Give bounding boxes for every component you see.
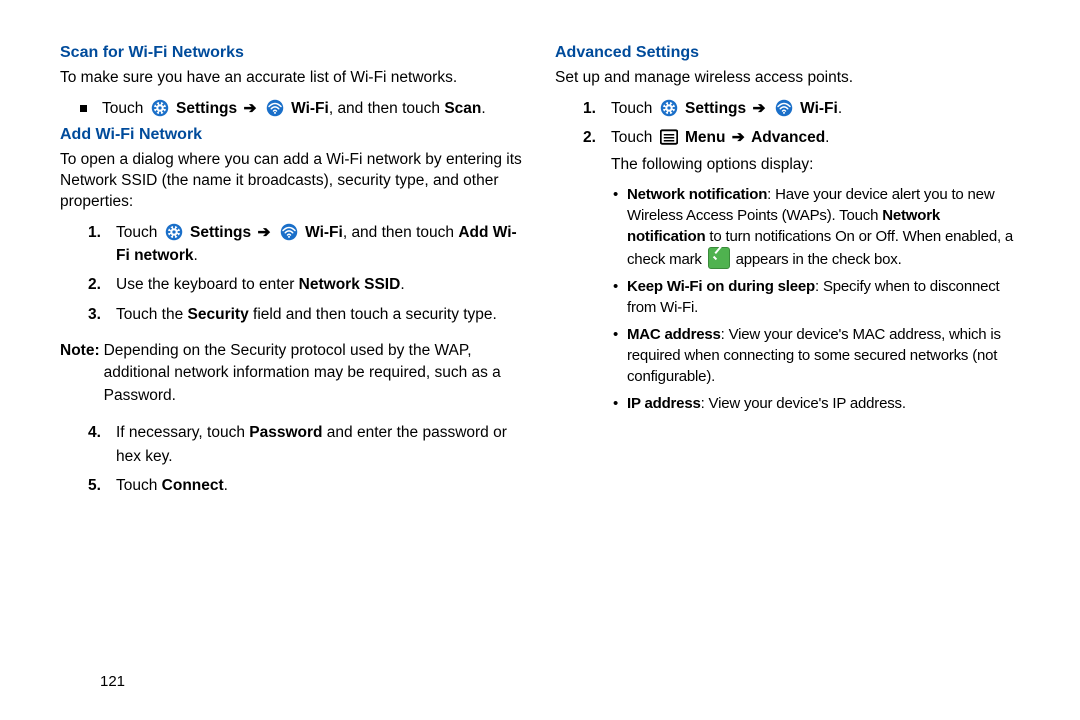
heading-add-wifi: Add Wi-Fi Network — [60, 126, 525, 144]
step-number: 3. — [88, 303, 116, 326]
note-label: Note: — [60, 340, 100, 407]
note-text: Depending on the Security protocol used … — [104, 340, 525, 407]
scan-desc: To make sure you have an accurate list o… — [60, 68, 525, 89]
step-number: 2. — [583, 126, 611, 149]
option-text: MAC address: View your device's MAC addr… — [627, 324, 1020, 387]
settings-icon — [165, 223, 183, 241]
option-keep-wifi-sleep: • Keep Wi-Fi on during sleep: Specify wh… — [613, 276, 1020, 318]
arrow-icon: ➔ — [732, 129, 745, 146]
bullet-dot: • — [613, 184, 627, 270]
option-network-notification: • Network notification: Have your device… — [613, 184, 1020, 270]
heading-scan-wifi: Scan for Wi-Fi Networks — [60, 44, 525, 62]
wifi-icon — [266, 99, 284, 117]
step-number: 1. — [88, 221, 116, 244]
step-text: Touch the Security field and then touch … — [116, 303, 497, 326]
add-step-1: 1. Touch Settings ➔ Wi-Fi, and then touc… — [88, 221, 525, 268]
adv-step-1: 1. Touch Settings ➔ Wi-Fi. — [583, 97, 1020, 120]
add-step-2: 2. Use the keyboard to enter Network SSI… — [88, 273, 525, 296]
step-text: If necessary, touch Password and enter t… — [116, 421, 525, 468]
settings-icon — [151, 99, 169, 117]
add-step-5: 5. Touch Connect. — [88, 474, 525, 497]
step-text: Use the keyboard to enter Network SSID. — [116, 273, 405, 296]
wifi-icon — [280, 223, 298, 241]
adv-step-2: 2. Touch Menu ➔ Advanced. — [583, 126, 1020, 149]
add-step-4: 4. If necessary, touch Password and ente… — [88, 421, 525, 468]
right-column: Advanced Settings Set up and manage wire… — [555, 40, 1020, 503]
options-intro: The following options display: — [611, 155, 1020, 176]
bullet-square — [80, 97, 102, 120]
left-column: Scan for Wi-Fi Networks To make sure you… — [60, 40, 525, 503]
step-number: 5. — [88, 474, 116, 497]
option-text: Keep Wi-Fi on during sleep: Specify when… — [627, 276, 1020, 318]
page-number: 121 — [100, 673, 125, 690]
step-text: Touch Settings ➔ Wi-Fi. — [611, 97, 842, 120]
arrow-icon: ➔ — [752, 100, 765, 117]
step-number: 4. — [88, 421, 116, 444]
note-block: Note: Depending on the Security protocol… — [60, 340, 525, 407]
bullet-dot: • — [613, 324, 627, 387]
step-text: Touch Menu ➔ Advanced. — [611, 126, 829, 149]
step-text: Touch Settings ➔ Wi-Fi, and then touch A… — [116, 221, 525, 268]
step-text: Touch Connect. — [116, 474, 228, 497]
advanced-desc: Set up and manage wireless access points… — [555, 68, 1020, 89]
step-number: 1. — [583, 97, 611, 120]
option-text: Network notification: Have your device a… — [627, 184, 1020, 270]
option-ip-address: • IP address: View your device's IP addr… — [613, 393, 1020, 414]
arrow-icon: ➔ — [243, 100, 256, 117]
bullet-dot: • — [613, 393, 627, 414]
wifi-icon — [775, 99, 793, 117]
bullet-dot: • — [613, 276, 627, 318]
arrow-icon: ➔ — [257, 224, 270, 241]
scan-instruction-text: Touch Settings ➔ Wi-Fi, and then touch S… — [102, 97, 486, 120]
add-desc: To open a dialog where you can add a Wi-… — [60, 150, 525, 213]
add-step-3: 3. Touch the Security field and then tou… — [88, 303, 525, 326]
option-text: IP address: View your device's IP addres… — [627, 393, 906, 414]
step-number: 2. — [88, 273, 116, 296]
scan-instruction: Touch Settings ➔ Wi-Fi, and then touch S… — [80, 97, 525, 120]
heading-advanced: Advanced Settings — [555, 44, 1020, 62]
settings-icon — [660, 99, 678, 117]
option-mac-address: • MAC address: View your device's MAC ad… — [613, 324, 1020, 387]
menu-icon — [660, 128, 678, 146]
checkmark-icon — [708, 247, 730, 269]
manual-page: Scan for Wi-Fi Networks To make sure you… — [60, 40, 1020, 503]
